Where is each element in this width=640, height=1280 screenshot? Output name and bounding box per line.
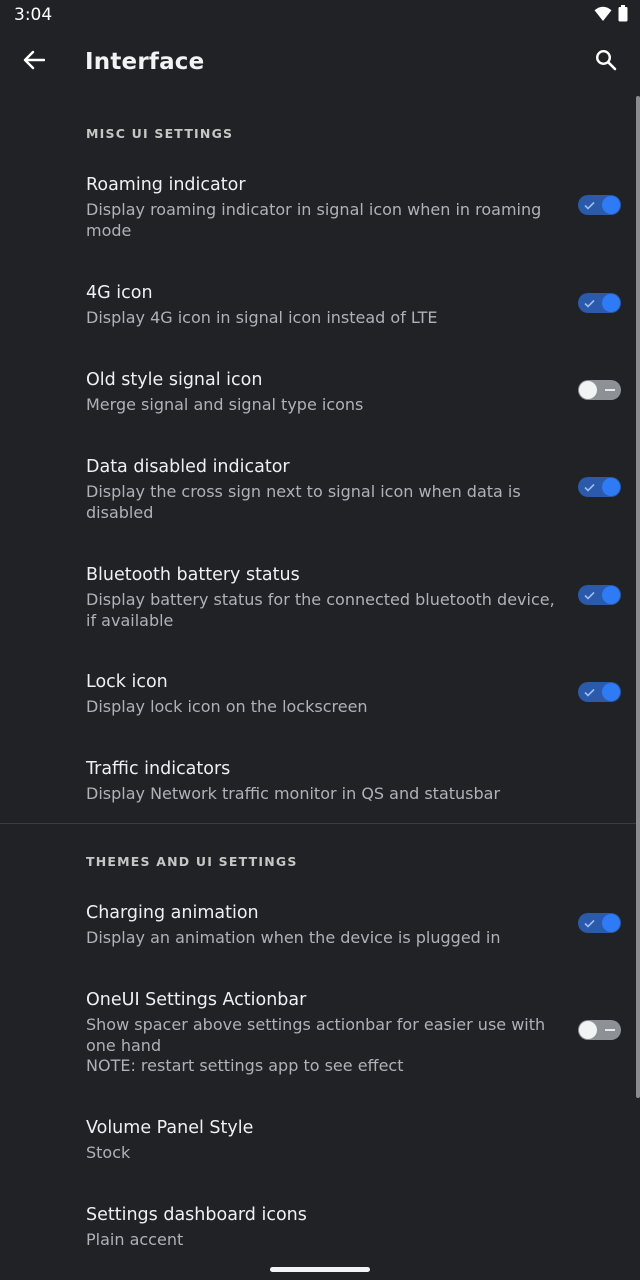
pref-data-disabled-indicator[interactable]: Data disabled indicator Display the cros… [0,446,640,536]
charging-animation-switch[interactable] [578,913,621,933]
pref-title: Data disabled indicator [86,457,290,477]
search-button[interactable] [586,42,626,82]
status-bar: 3:04 [0,0,640,30]
pref-title: Charging animation [86,903,259,923]
settings-screen: 3:04 Interface MISC UI SETTINGS Roaming … [0,0,640,1280]
switch-thumb [602,914,620,932]
section-header-misc-ui: MISC UI SETTINGS [86,126,234,141]
check-icon [584,585,595,605]
pref-charging-animation[interactable]: Charging animation Display an animation … [0,892,640,962]
switch-thumb [602,683,620,701]
back-arrow-icon [23,50,46,75]
switch-thumb [579,1021,597,1039]
pref-summary: Display an animation when the device is … [86,928,501,947]
dash-icon [605,1020,615,1040]
wifi-icon [594,6,612,27]
pref-title: 4G icon [86,283,153,303]
pref-oneui-settings-actionbar[interactable]: OneUI Settings Actionbar Show spacer abo… [0,979,640,1089]
pref-bluetooth-battery-status[interactable]: Bluetooth battery status Display battery… [0,554,640,644]
check-icon [584,195,595,215]
pref-summary-line: Show spacer above settings actionbar for… [86,1015,546,1055]
pref-summary: Display battery status for the connected… [86,590,555,630]
dash-icon [605,380,615,400]
pref-summary: Display 4G icon in signal icon instead o… [86,308,438,327]
pref-summary: Stock [86,1143,131,1162]
pref-roaming-indicator[interactable]: Roaming indicator Display roaming indica… [0,164,640,254]
pref-title: Volume Panel Style [86,1118,254,1138]
pref-title: Old style signal icon [86,370,263,390]
data-disabled-indicator-switch[interactable] [578,477,621,497]
status-icons [594,5,628,27]
check-icon [584,477,595,497]
oneui-settings-actionbar-switch[interactable] [578,1020,621,1040]
pref-summary: Display lock icon on the lockscreen [86,697,368,716]
4g-icon-switch[interactable] [578,293,621,313]
status-time: 3:04 [14,5,53,25]
pref-title: OneUI Settings Actionbar [86,990,307,1010]
pref-lock-icon[interactable]: Lock icon Display lock icon on the locks… [0,661,640,731]
pref-4g-icon[interactable]: 4G icon Display 4G icon in signal icon i… [0,272,640,342]
pref-summary: Display Network traffic monitor in QS an… [86,784,501,803]
pref-summary: Show spacer above settings actionbar for… [86,1015,556,1077]
switch-thumb [602,478,620,496]
bluetooth-battery-status-switch[interactable] [578,585,621,605]
pref-summary-note: NOTE: restart settings app to see effect [86,1056,404,1075]
settings-list: MISC UI SETTINGS Roaming indicator Displ… [0,94,640,1280]
check-icon [584,293,595,313]
pref-title: Traffic indicators [86,759,231,779]
page-title: Interface [85,49,205,75]
search-icon [595,49,617,76]
gesture-nav-handle[interactable] [270,1267,370,1272]
section-header-themes-ui: THEMES AND UI SETTINGS [86,854,298,869]
check-icon [584,682,595,702]
switch-thumb [602,196,620,214]
old-style-signal-icon-switch[interactable] [578,380,621,400]
switch-thumb [579,381,597,399]
app-bar: Interface [0,30,640,94]
section-divider [0,823,640,824]
pref-summary: Display roaming indicator in signal icon… [86,200,542,240]
pref-title: Bluetooth battery status [86,565,300,585]
pref-volume-panel-style[interactable]: Volume Panel Style Stock [0,1107,640,1177]
pref-title: Lock icon [86,672,168,692]
pref-traffic-indicators[interactable]: Traffic indicators Display Network traff… [0,748,640,818]
pref-settings-dashboard-icons[interactable]: Settings dashboard icons Plain accent [0,1194,640,1264]
pref-title: Settings dashboard icons [86,1205,307,1225]
switch-thumb [602,294,620,312]
roaming-indicator-switch[interactable] [578,195,621,215]
lock-icon-switch[interactable] [578,682,621,702]
back-button[interactable] [14,42,54,82]
switch-thumb [602,586,620,604]
check-icon [584,913,595,933]
pref-summary: Merge signal and signal type icons [86,395,364,414]
pref-title: Roaming indicator [86,175,246,195]
pref-old-style-signal-icon[interactable]: Old style signal icon Merge signal and s… [0,359,640,429]
pref-summary: Display the cross sign next to signal ic… [86,482,521,522]
battery-icon [618,5,628,27]
pref-summary: Plain accent [86,1230,184,1249]
scrollbar[interactable] [636,96,640,1098]
